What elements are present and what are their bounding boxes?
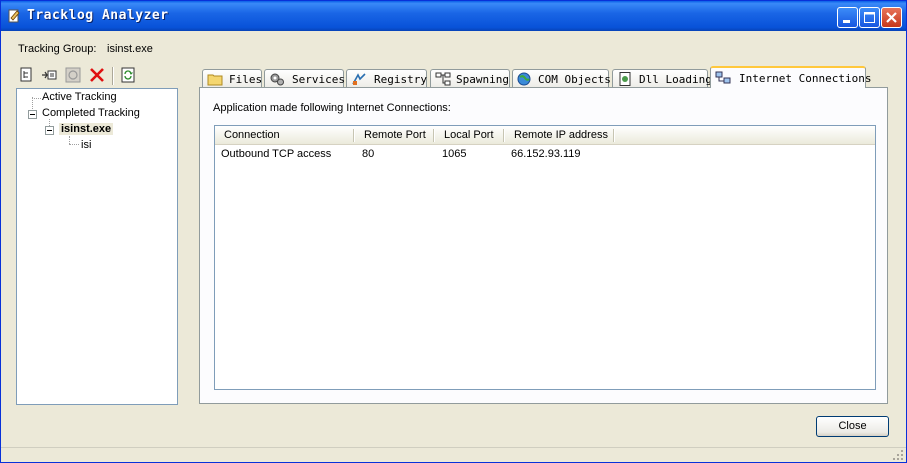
window-title: Tracklog Analyzer bbox=[27, 8, 169, 23]
tree-item-process[interactable]: isinst.exe bbox=[59, 123, 114, 135]
connections-list[interactable]: Connection Remote Port Local Port Remote… bbox=[214, 125, 876, 390]
refresh-icon[interactable] bbox=[120, 67, 136, 83]
stop-icon[interactable] bbox=[65, 67, 81, 83]
hierarchy-icon bbox=[435, 72, 451, 86]
resize-grip-icon[interactable] bbox=[892, 449, 904, 461]
tab-internet-connections[interactable]: Internet Connections bbox=[710, 66, 871, 88]
maximize-icon bbox=[864, 12, 875, 23]
new-tree-icon[interactable] bbox=[19, 67, 35, 83]
gears-icon bbox=[270, 73, 284, 86]
close-button[interactable]: Close bbox=[816, 416, 889, 437]
tracking-group-label: Tracking Group: bbox=[18, 43, 97, 55]
cell-local-port: 1065 bbox=[442, 148, 467, 160]
cell-connection: Outbound TCP access bbox=[221, 148, 332, 160]
column-header-remote-port[interactable]: Remote Port bbox=[355, 126, 435, 145]
collapse-completed-icon[interactable] bbox=[28, 110, 37, 119]
tracking-group-value: isinst.exe bbox=[107, 43, 153, 55]
tracking-tree[interactable]: Active Tracking Completed Tracking isins… bbox=[16, 88, 178, 405]
tree-item-active-tracking[interactable]: Active Tracking bbox=[42, 91, 117, 103]
tab-files[interactable]: Files bbox=[202, 69, 262, 88]
delete-icon[interactable] bbox=[89, 67, 105, 83]
column-header-remote-ip[interactable]: Remote IP address bbox=[505, 126, 615, 145]
import-icon[interactable] bbox=[41, 67, 57, 83]
connections-caption: Application made following Internet Conn… bbox=[213, 102, 451, 114]
status-bar bbox=[1, 447, 906, 463]
tree-item-completed-tracking[interactable]: Completed Tracking bbox=[42, 107, 140, 119]
registry-icon bbox=[352, 73, 366, 85]
tab-registry[interactable]: Registry bbox=[346, 69, 427, 88]
minimize-button[interactable] bbox=[837, 7, 858, 28]
cell-remote-port: 80 bbox=[362, 148, 375, 160]
tab-spawning[interactable]: Spawning bbox=[430, 69, 510, 88]
collapse-process-icon[interactable] bbox=[45, 126, 54, 135]
column-header-connection[interactable]: Connection bbox=[215, 126, 355, 145]
toolbar-separator bbox=[112, 67, 114, 85]
network-icon bbox=[715, 71, 731, 84]
cell-remote-ip: 66.152.93.119 bbox=[511, 148, 581, 160]
close-icon bbox=[886, 12, 897, 23]
app-icon bbox=[8, 9, 20, 23]
minimize-icon bbox=[843, 20, 850, 23]
title-bar[interactable]: Tracklog Analyzer bbox=[1, 1, 906, 31]
folder-icon bbox=[207, 74, 223, 86]
column-header-filler bbox=[615, 126, 875, 145]
dll-icon bbox=[619, 72, 631, 86]
maximize-button[interactable] bbox=[859, 7, 880, 28]
tab-dll-loading[interactable]: Dll Loading bbox=[612, 69, 712, 88]
close-window-button[interactable] bbox=[881, 7, 902, 28]
globe-icon bbox=[517, 72, 531, 86]
tree-item-child[interactable]: isi bbox=[81, 139, 91, 151]
tab-com-objects[interactable]: COM Objects bbox=[512, 69, 611, 88]
column-header-local-port[interactable]: Local Port bbox=[435, 126, 505, 145]
tab-services[interactable]: Services bbox=[264, 69, 345, 88]
app-window: Tracklog Analyzer Tracking Group: isinst… bbox=[0, 0, 907, 463]
